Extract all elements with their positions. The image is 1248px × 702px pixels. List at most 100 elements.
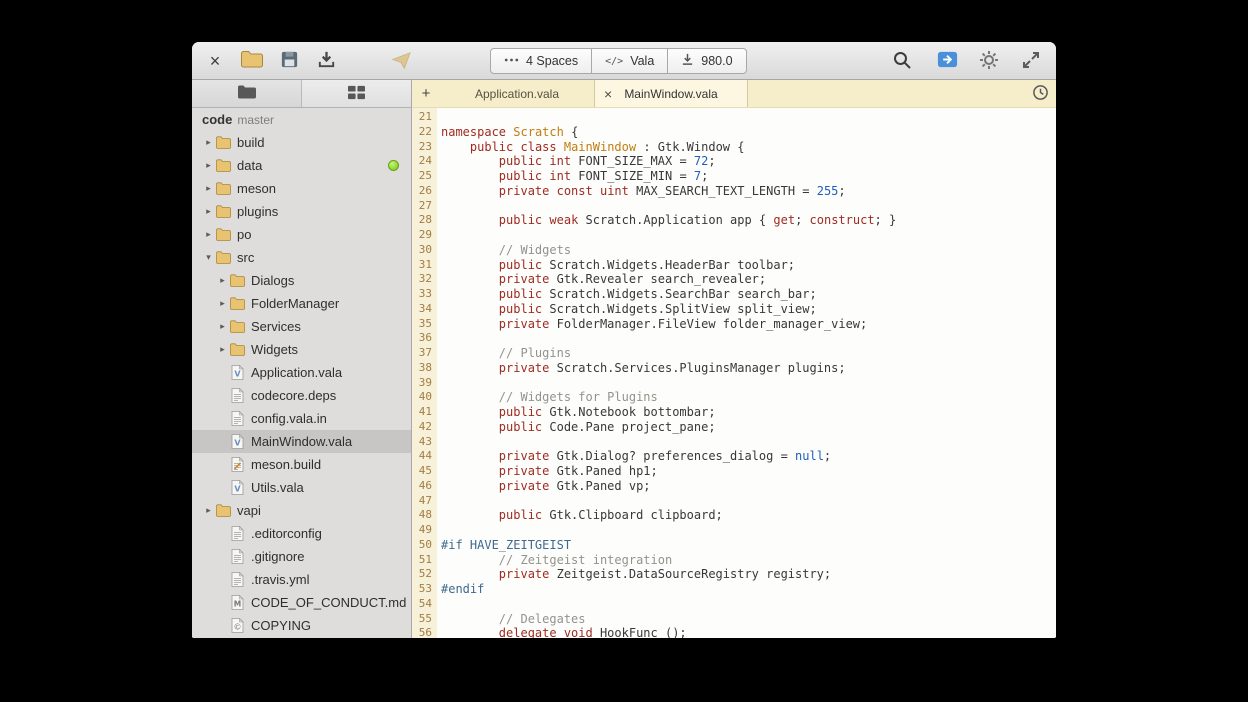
markdown-file-icon: M [229,595,245,611]
chevron-right-icon[interactable]: ▸ [202,137,215,148]
tree-item-label: COPYING [251,618,311,633]
share-button[interactable] [932,47,962,75]
license-file-icon: © [229,618,245,634]
indent-width-button[interactable]: 4 Spaces [490,48,592,74]
tree-item-label: Utils.vala [251,480,304,495]
tree-item-Dialogs[interactable]: ▸Dialogs [192,269,411,292]
tree-item-label: MainWindow.vala [251,434,352,449]
code-line: public weak Scratch.Application app { ge… [441,213,1056,228]
folder-icon [215,503,231,519]
line-number: 32 [412,272,432,287]
tree-item-Utils.vala[interactable]: VUtils.vala [192,476,411,499]
code-line: #if HAVE_ZEITGEIST [441,538,1056,553]
tree-item-Application.vala[interactable]: VApplication.vala [192,361,411,384]
close-window-button[interactable]: × [200,47,230,75]
line-number: 33 [412,287,432,302]
save-as-button[interactable] [274,47,304,75]
tab-MainWindow.vala[interactable]: ×MainWindow.vala [594,80,748,107]
tree-item-meson[interactable]: ▸ meson [192,177,411,200]
tree-item-Widgets[interactable]: ▸Widgets [192,338,411,361]
tree-item-.travis.yml[interactable]: .travis.yml [192,568,411,591]
tree-item-Services[interactable]: ▸Services [192,315,411,338]
code-line [441,228,1056,243]
tree-item-.editorconfig[interactable]: .editorconfig [192,522,411,545]
chevron-right-icon[interactable]: ▸ [216,344,229,355]
chevron-right-icon[interactable]: ▸ [216,298,229,309]
history-button[interactable] [1024,80,1056,107]
line-number: 43 [412,435,432,450]
tree-item-data[interactable]: ▸data [192,154,411,177]
templates-button[interactable] [386,47,416,75]
chevron-down-icon[interactable]: ▾ [202,252,215,263]
tree-item-label: meson.build [251,457,321,472]
search-icon [892,50,912,73]
settings-button[interactable] [974,47,1004,75]
fullscreen-button[interactable] [1016,47,1046,75]
folder-icon [229,319,245,335]
language-button[interactable]: </> Vala [592,48,668,74]
modified-badge [388,160,399,171]
code-line [441,331,1056,346]
folder-icon [215,250,231,266]
open-file-button[interactable] [237,47,267,75]
tree-item-meson.build[interactable]: meson.build [192,453,411,476]
line-number: 49 [412,523,432,538]
close-icon: × [210,52,221,70]
file-tree: code master ▸build▸data▸meson▸plugins▸po… [192,108,411,638]
code-line: public Scratch.Widgets.SplitView split_v… [441,302,1056,317]
tree-item-MainWindow.vala[interactable]: VMainWindow.vala [192,430,411,453]
code-line: public Gtk.Clipboard clipboard; [441,508,1056,523]
line-number: 39 [412,376,432,391]
chevron-right-icon[interactable]: ▸ [202,183,215,194]
tree-item-vapi[interactable]: ▸ vapi [192,499,411,522]
tree-item-.gitignore[interactable]: .gitignore [192,545,411,568]
tree-item-COPYING[interactable]: © COPYING [192,614,411,637]
source-editor[interactable]: 2122232425262728293031323334353637383940… [412,108,1056,638]
tree-item-codecore.deps[interactable]: codecore.deps [192,384,411,407]
tree-item-build[interactable]: ▸build [192,131,411,154]
goto-line-button[interactable]: 980.0 [668,48,746,74]
code-line [441,435,1056,450]
tree-item-FolderManager[interactable]: ▸FolderManager [192,292,411,315]
line-number: 55 [412,612,432,627]
tree-item-plugins[interactable]: ▸plugins [192,200,411,223]
download-button[interactable] [311,47,341,75]
line-number: 21 [412,110,432,125]
line-number: 40 [412,390,432,405]
tree-item-config.vala.in[interactable]: config.vala.in [192,407,411,430]
dark-folder-icon [237,84,257,103]
chevron-right-icon[interactable]: ▸ [202,229,215,240]
outline-view-button[interactable] [302,80,411,107]
line-number: 34 [412,302,432,317]
line-number: 28 [412,213,432,228]
folder-icon [215,135,231,151]
chevron-right-icon[interactable]: ▸ [202,505,215,516]
new-tab-button[interactable]: + [412,80,440,107]
tab-Application.vala[interactable]: Application.vala [440,80,594,107]
line-number: 45 [412,464,432,479]
project-view-button[interactable] [192,80,302,107]
project-name: code [202,112,232,127]
chevron-right-icon[interactable]: ▸ [216,321,229,332]
tab-close-icon[interactable]: × [604,87,612,101]
folder-icon [215,158,231,174]
code-editor-window: × 4 Spaces </> Vala [192,42,1056,638]
line-number: 22 [412,125,432,140]
chevron-right-icon[interactable]: ▸ [202,160,215,171]
tree-item-po[interactable]: ▸po [192,223,411,246]
chevron-right-icon[interactable]: ▸ [202,206,215,217]
tree-item-src[interactable]: ▾src [192,246,411,269]
history-clock-icon [1032,84,1049,104]
tree-item-label: meson [237,181,276,196]
tree-item-CODE_OF_CONDUCT.md[interactable]: MCODE_OF_CONDUCT.md [192,591,411,614]
code-line: private Gtk.Paned hp1; [441,464,1056,479]
code-line: delegate void HookFunc (); [441,626,1056,638]
search-button[interactable] [887,47,917,75]
line-number: 31 [412,258,432,273]
chevron-right-icon[interactable]: ▸ [216,275,229,286]
tree-item-label: vapi [237,503,261,518]
svg-text:V: V [234,370,241,379]
paper-plane-icon [391,49,412,73]
project-header[interactable]: code master [192,108,411,131]
save-as-icon [279,49,300,73]
